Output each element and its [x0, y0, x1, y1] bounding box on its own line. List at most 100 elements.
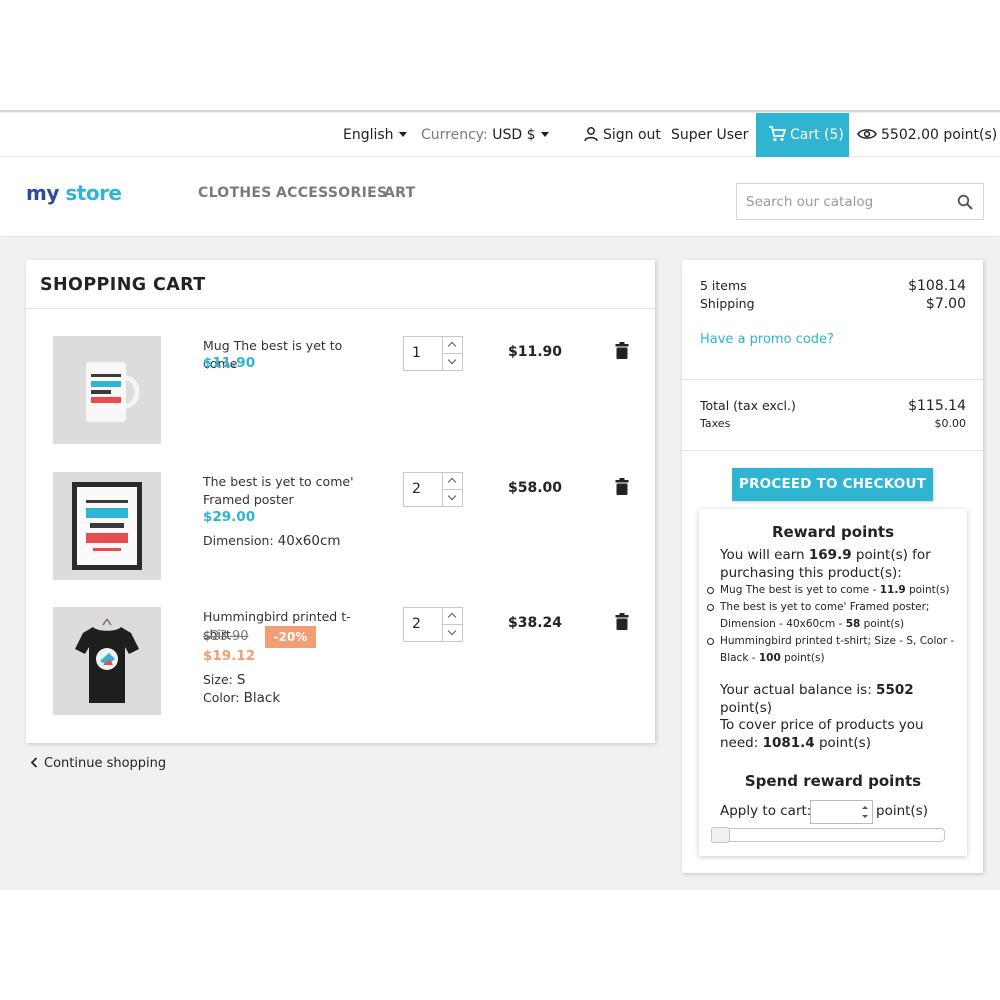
store-logo[interactable]: my store	[26, 181, 122, 205]
summary-items-row: 5 items $108.14	[700, 278, 966, 294]
product-name[interactable]: The best is yet to come' Framed poster	[203, 473, 378, 509]
earn-prefix: You will earn	[720, 547, 809, 563]
quantity-increase-button[interactable]	[443, 473, 462, 490]
currency-value: USD $	[492, 127, 536, 143]
product-attribute: Dimension: 40x60cm	[203, 533, 341, 549]
sign-out-link[interactable]: Sign out	[583, 113, 661, 157]
quantity-value: 2	[412, 481, 421, 497]
quantity-stepper[interactable]: 2	[403, 607, 463, 642]
points-stepper[interactable]	[858, 801, 872, 823]
chevron-down-icon	[447, 626, 457, 635]
logo-text-store: store	[65, 181, 122, 205]
reward-item-suffix: point(s)	[780, 652, 825, 664]
reward-title: Reward points	[771, 523, 895, 541]
continue-shopping-link[interactable]: Continue shopping	[30, 756, 166, 771]
product-old-price: $23.90	[203, 629, 249, 644]
attribute-label: Size:	[203, 672, 233, 687]
cart-icon	[769, 125, 787, 141]
chevron-down-icon	[447, 355, 457, 364]
delete-icon[interactable]	[615, 478, 629, 495]
quantity-decrease-button[interactable]	[443, 354, 462, 371]
divider	[682, 450, 983, 451]
language-dropdown[interactable]: English	[343, 113, 407, 157]
shipping-label: Shipping	[700, 296, 755, 311]
attribute-value: S	[236, 672, 246, 688]
cart-title: SHOPPING CART	[40, 275, 206, 295]
proceed-to-checkout-button[interactable]: PROCEED TO CHECKOUT	[732, 468, 933, 501]
menu-item-accessories[interactable]: ACCESSORIES	[276, 185, 387, 201]
shipping-value: $7.00	[925, 296, 966, 312]
quantity-value: 1	[412, 345, 421, 361]
search-input[interactable]: Search our catalog	[736, 183, 984, 220]
eye-icon	[857, 128, 877, 139]
product-price: $19.12	[203, 648, 256, 664]
slider-handle[interactable]	[711, 827, 730, 843]
reward-item-points: 100	[758, 652, 781, 664]
quantity-value: 2	[412, 616, 421, 632]
quantity-stepper[interactable]: 2	[403, 472, 463, 507]
top-nav-bar: English Currency: USD $ Sign out Super U…	[0, 113, 1000, 157]
reward-item-points: 11.9	[879, 584, 906, 596]
reward-item-text: Hummingbird printed t-shirt; Size - S, C…	[720, 635, 955, 664]
product-price: $29.00	[203, 509, 256, 525]
caret-down-icon	[398, 131, 407, 137]
cover-suffix: point(s)	[814, 734, 871, 751]
product-image-poster[interactable]	[53, 472, 161, 580]
caret-down-icon	[540, 131, 549, 137]
apply-points-input[interactable]	[810, 800, 873, 824]
reward-balance-text: Your actual balance is: 5502 point(s)	[720, 682, 960, 717]
quantity-decrease-button[interactable]	[443, 490, 462, 507]
points-link[interactable]: 5502.00 point(s)	[857, 113, 997, 157]
product-image-mug[interactable]	[53, 336, 161, 444]
summary-total-row: Total (tax excl.) $115.14	[700, 398, 966, 414]
cart-summary-card: 5 items $108.14 Shipping $7.00 Have a pr…	[682, 260, 983, 873]
attribute-label: Dimension:	[203, 533, 274, 548]
user-name: Super User	[671, 127, 749, 143]
reward-earn-text: You will earn 169.9 point(s) for purchas…	[720, 547, 960, 582]
chevron-up-icon	[447, 612, 457, 622]
product-attribute-color: Color: Black	[203, 690, 280, 706]
spend-points-title: Spend reward points	[744, 772, 922, 790]
quantity-increase-button[interactable]	[443, 608, 462, 625]
line-total: $11.90	[508, 344, 563, 360]
reward-item-suffix: point(s)	[860, 618, 905, 630]
shopping-cart-card: SHOPPING CART Mug The best is yet to com…	[26, 260, 655, 743]
delete-icon[interactable]	[615, 342, 629, 359]
main-header: my store CLOTHES ACCESSORIES ART Search …	[0, 157, 1000, 237]
quantity-spin	[442, 337, 462, 370]
list-item: Mug The best is yet to come - 11.9 point…	[707, 582, 965, 599]
quantity-stepper[interactable]: 1	[403, 336, 463, 371]
points-slider[interactable]	[711, 827, 945, 843]
spinner-arrows-icon	[862, 806, 868, 818]
sign-out-label: Sign out	[603, 127, 661, 143]
reward-item-points: 58	[845, 618, 861, 630]
currency-dropdown[interactable]: Currency: USD $	[421, 113, 549, 157]
attribute-value: 40x60cm	[277, 533, 341, 549]
product-price: $11.90	[203, 355, 256, 371]
blank-top	[0, 0, 1000, 110]
cart-button[interactable]: Cart (5)	[756, 113, 849, 157]
taxes-value: $0.00	[934, 417, 967, 430]
product-image-tshirt[interactable]	[53, 607, 161, 715]
discount-badge: -20%	[265, 626, 316, 648]
quantity-decrease-button[interactable]	[443, 625, 462, 642]
chevron-left-icon	[30, 757, 38, 768]
reward-points-box: Reward points You will earn 169.9 point(…	[699, 509, 967, 856]
list-item: The best is yet to come' Framed poster; …	[707, 599, 965, 633]
balance-value: 5502	[876, 682, 914, 698]
menu-item-clothes[interactable]: CLOTHES	[198, 185, 272, 201]
search-icon[interactable]	[957, 194, 973, 210]
delete-icon[interactable]	[615, 613, 629, 630]
logo-text-my: my	[26, 181, 59, 205]
items-count: 5 items	[700, 278, 747, 293]
promo-code-link[interactable]: Have a promo code?	[700, 332, 834, 347]
search-placeholder: Search our catalog	[746, 194, 874, 210]
apply-suffix: point(s)	[876, 803, 928, 819]
user-account-link[interactable]: Super User	[671, 113, 748, 157]
page: English Currency: USD $ Sign out Super U…	[0, 0, 1000, 1000]
language-label: English	[343, 127, 394, 143]
quantity-increase-button[interactable]	[443, 337, 462, 354]
attribute-label: Color:	[203, 690, 240, 705]
taxes-label: Taxes	[700, 417, 731, 430]
menu-item-art[interactable]: ART	[384, 185, 415, 201]
